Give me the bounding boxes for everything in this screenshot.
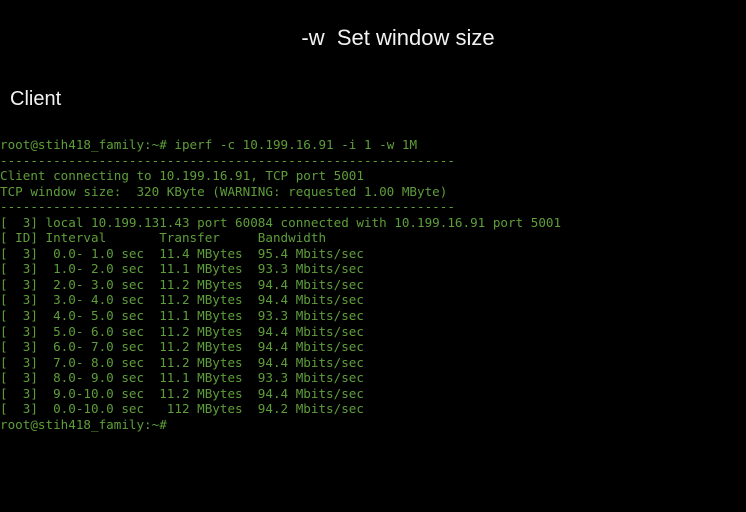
shell-prompt: root@stih418_family:~# bbox=[0, 416, 167, 432]
table-row: [ 3] 0.0- 1.0 sec 11.4 MBytes 95.4 Mbits… bbox=[0, 245, 364, 261]
connection-info-line: [ 3] local 10.199.131.43 port 60084 conn… bbox=[0, 214, 562, 230]
table-row: [ 3] 2.0- 3.0 sec 11.2 MBytes 94.4 Mbits… bbox=[0, 276, 364, 292]
shell-prompt: root@stih418_family:~# bbox=[0, 137, 167, 152]
terminal-output[interactable]: root@stih418_family:~# iperf -c 10.199.1… bbox=[0, 137, 746, 432]
table-row: [ 3] 7.0- 8.0 sec 11.2 MBytes 94.4 Mbits… bbox=[0, 354, 364, 370]
table-header: [ ID] Interval Transfer Bandwidth bbox=[0, 230, 327, 246]
slide-title: -w Set window size bbox=[301, 25, 495, 50]
table-row: [ 3] 4.0- 5.0 sec 11.1 MBytes 93.3 Mbits… bbox=[0, 308, 364, 324]
separator-line: ----------------------------------------… bbox=[0, 152, 455, 168]
connect-line: Client connecting to 10.199.16.91, TCP p… bbox=[0, 168, 364, 184]
table-row: [ 3] 0.0-10.0 sec 112 MBytes 94.2 Mbits/… bbox=[0, 401, 364, 417]
separator-line: ----------------------------------------… bbox=[0, 199, 455, 215]
final-prompt-line[interactable]: root@stih418_family:~# bbox=[0, 417, 746, 433]
command-line: root@stih418_family:~# iperf -c 10.199.1… bbox=[0, 137, 746, 153]
table-row: [ 3] 1.0- 2.0 sec 11.1 MBytes 93.3 Mbits… bbox=[0, 261, 364, 277]
shell-command: iperf -c 10.199.16.91 -i 1 -w 1M bbox=[166, 137, 418, 152]
slide-subtitle: Client bbox=[10, 88, 62, 110]
window-size-line: TCP window size: 320 KByte (WARNING: req… bbox=[0, 183, 448, 199]
table-row: [ 3] 9.0-10.0 sec 11.2 MBytes 94.4 Mbits… bbox=[0, 385, 364, 401]
terminal-cursor bbox=[167, 418, 175, 431]
table-row: [ 3] 8.0- 9.0 sec 11.1 MBytes 93.3 Mbits… bbox=[0, 370, 364, 386]
table-row: [ 3] 3.0- 4.0 sec 11.2 MBytes 94.4 Mbits… bbox=[0, 292, 364, 308]
table-row: [ 3] 5.0- 6.0 sec 11.2 MBytes 94.4 Mbits… bbox=[0, 323, 364, 339]
table-row: [ 3] 6.0- 7.0 sec 11.2 MBytes 94.4 Mbits… bbox=[0, 339, 364, 355]
